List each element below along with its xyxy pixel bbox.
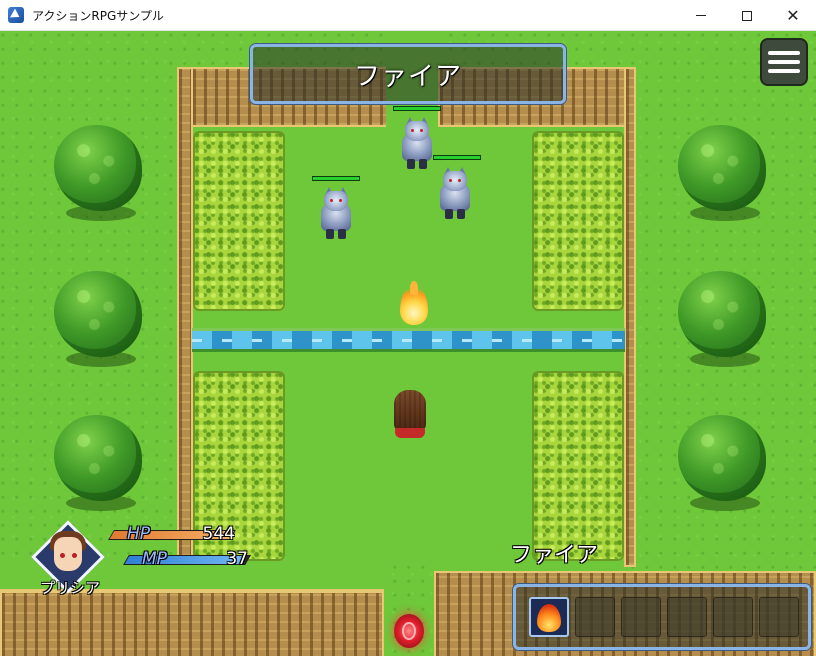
hp-value: 544 <box>202 524 235 544</box>
hedge-top-right <box>532 131 624 311</box>
enemy-wolf[interactable] <box>396 117 438 169</box>
window-controls: ✕ <box>678 0 816 31</box>
close-icon: ✕ <box>786 5 800 25</box>
skill-hotbar <box>513 584 811 650</box>
hamburger-menu-icon <box>768 60 800 64</box>
window-titlebar: アクションRPGサンプル ✕ <box>0 0 816 31</box>
enemy-hp-bar <box>312 176 360 181</box>
enemy-wolf[interactable] <box>315 187 357 239</box>
menu-button[interactable] <box>760 38 808 86</box>
mp-gauge: MP 37 <box>122 549 251 571</box>
hp-gauge: HP 544 <box>107 524 236 546</box>
mp-value: 37 <box>226 549 248 569</box>
tree <box>52 271 144 371</box>
tree <box>676 125 768 225</box>
close-button[interactable]: ✕ <box>770 0 816 31</box>
hp-label: HP <box>127 524 151 544</box>
cliff-wall-right <box>624 67 636 567</box>
hamburger-menu-icon <box>768 69 800 73</box>
hedge-top-left <box>193 131 285 311</box>
player-character[interactable] <box>390 390 430 440</box>
character-name: プリシア <box>39 579 100 597</box>
maximize-button[interactable] <box>724 0 770 31</box>
fire-skill-icon <box>537 604 561 632</box>
skill-name-text: ファイア <box>353 61 462 92</box>
enemy-hp-bar <box>393 106 441 111</box>
hedge-bottom-right <box>532 371 624 561</box>
mp-label: MP <box>142 549 167 569</box>
window-title: アクションRPGサンプル <box>32 8 164 23</box>
equipped-skill-label: ファイア <box>510 543 599 568</box>
skill-name-banner: ファイア <box>250 44 566 104</box>
app-icon <box>8 7 24 23</box>
tree <box>52 125 144 225</box>
enemy-wolf[interactable] <box>434 167 476 219</box>
river <box>192 328 625 352</box>
hotbar-slot-empty[interactable] <box>621 597 661 637</box>
enemy-hp-bar <box>433 155 481 160</box>
hotbar-slot-empty[interactable] <box>667 597 707 637</box>
hamburger-menu-icon <box>768 51 800 55</box>
game-canvas[interactable]: ファイア プリシア HP 544 MP 37 ファイア <box>0 31 816 656</box>
tree <box>676 415 768 515</box>
tree <box>52 415 144 515</box>
maximize-icon <box>742 10 752 21</box>
cliff-wall-bottom-left <box>0 591 384 656</box>
minimize-button[interactable] <box>678 0 724 31</box>
warp-point[interactable] <box>394 614 424 648</box>
tree <box>676 271 768 371</box>
hotbar-slot-empty[interactable] <box>759 597 799 637</box>
hotbar-slot-empty[interactable] <box>575 597 615 637</box>
fireball-projectile <box>398 281 430 327</box>
hotbar-slot-fire[interactable] <box>529 597 569 637</box>
hotbar-slot-empty[interactable] <box>713 597 753 637</box>
minimize-icon <box>696 15 706 16</box>
cliff-wall-left <box>177 67 193 567</box>
